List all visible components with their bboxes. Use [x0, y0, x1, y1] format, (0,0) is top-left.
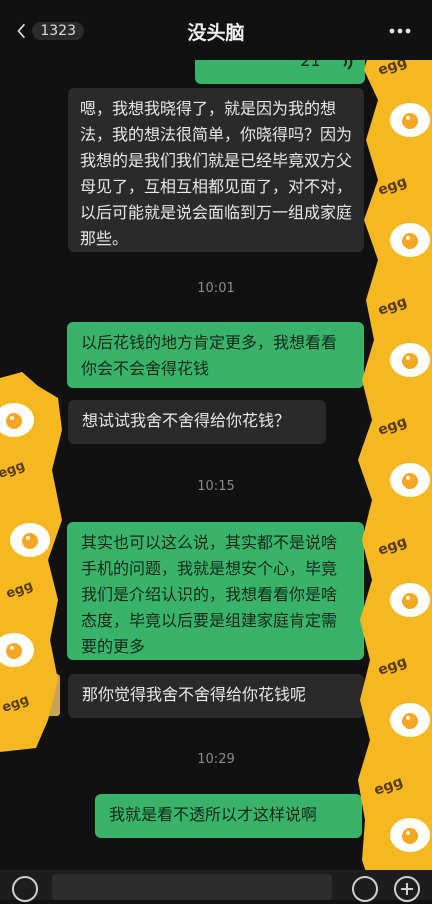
timestamp: 10:15 [197, 479, 235, 494]
message-incoming[interactable]: 嗯，我想我晓得了，就是因为我的想法，我的想法很简单，你晓得吗？因为我想的是我们我… [68, 88, 364, 252]
message-outgoing[interactable]: 我就是看不透所以才这样说啊 [95, 794, 362, 838]
timestamp: 10:29 [197, 752, 235, 767]
message-input[interactable] [52, 874, 332, 900]
more-options-icon[interactable] [386, 22, 414, 40]
avatar[interactable] [34, 674, 60, 716]
chat-header: 1323 没头脑 [0, 0, 432, 60]
message-outgoing[interactable]: 其实也可以这么说，其实都不是说啥手机的问题，我就是想安个心，毕竟 我们是介绍认识… [67, 522, 364, 660]
message-outgoing[interactable]: 以后花钱的地方肯定更多，我想看看你会不会舍得花钱 [67, 322, 364, 388]
message-incoming[interactable]: 想试试我舍不舍得给你花钱？ [68, 400, 326, 444]
chat-title: 没头脑 [187, 22, 245, 44]
input-bar [0, 870, 432, 902]
message-incoming[interactable]: 那你觉得我舍不舍得给你花钱呢 [68, 674, 364, 718]
message-list: 21" 嗯，我想我晓得了，就是因为我的想法，我的想法很简单，你晓得吗？因为我想的… [0, 0, 432, 900]
timestamp: 10:01 [197, 281, 235, 296]
